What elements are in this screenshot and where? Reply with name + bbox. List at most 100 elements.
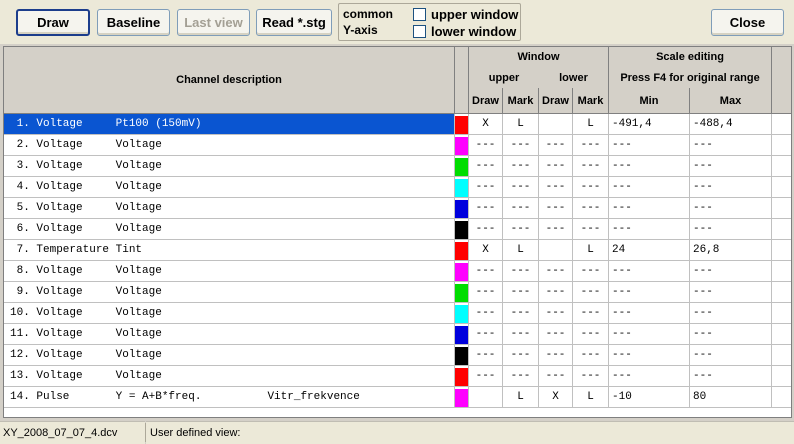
lower-mark-cell[interactable]: L: [573, 240, 609, 261]
color-cell[interactable]: [455, 324, 469, 345]
color-cell[interactable]: [455, 198, 469, 219]
upper-draw-cell[interactable]: X: [469, 240, 503, 261]
lower-mark-cell[interactable]: ---: [573, 303, 609, 324]
channel-description-cell[interactable]: 12. Voltage Voltage: [4, 345, 455, 366]
upper-draw-cell[interactable]: ---: [469, 198, 503, 219]
color-cell[interactable]: [455, 219, 469, 240]
color-cell[interactable]: [455, 303, 469, 324]
lower-mark-cell[interactable]: ---: [573, 366, 609, 387]
channel-description-cell[interactable]: 13. Voltage Voltage: [4, 366, 455, 387]
upper-mark-cell[interactable]: ---: [503, 177, 539, 198]
table-row[interactable]: 9. Voltage Voltage --- --- --- --- --- ---: [4, 282, 791, 303]
upper-draw-cell[interactable]: ---: [469, 303, 503, 324]
table-row[interactable]: 12. Voltage Voltage --- --- --- --- --- ---: [4, 345, 791, 366]
lower-draw-cell[interactable]: ---: [539, 177, 573, 198]
max-cell[interactable]: ---: [690, 345, 772, 366]
max-cell[interactable]: -488,4: [690, 114, 772, 135]
channel-description-cell[interactable]: 4. Voltage Voltage: [4, 177, 455, 198]
channel-description-cell[interactable]: 11. Voltage Voltage: [4, 324, 455, 345]
upper-draw-cell[interactable]: ---: [469, 345, 503, 366]
table-row[interactable]: 1. Voltage Pt100 (150mV) X L L -491,4 -488,4: [4, 114, 791, 135]
lower-draw-cell[interactable]: ---: [539, 156, 573, 177]
upper-draw-cell[interactable]: ---: [469, 282, 503, 303]
upper-draw-cell[interactable]: ---: [469, 156, 503, 177]
max-cell[interactable]: ---: [690, 303, 772, 324]
min-cell[interactable]: -491,4: [609, 114, 690, 135]
min-cell[interactable]: -10: [609, 387, 690, 408]
min-cell[interactable]: ---: [609, 156, 690, 177]
upper-mark-cell[interactable]: ---: [503, 324, 539, 345]
table-row[interactable]: 2. Voltage Voltage --- --- --- --- --- ---: [4, 135, 791, 156]
upper-mark-cell[interactable]: ---: [503, 261, 539, 282]
lower-mark-cell[interactable]: ---: [573, 135, 609, 156]
table-row[interactable]: 8. Voltage Voltage --- --- --- --- --- ---: [4, 261, 791, 282]
max-cell[interactable]: ---: [690, 219, 772, 240]
color-cell[interactable]: [455, 261, 469, 282]
lower-draw-cell[interactable]: ---: [539, 282, 573, 303]
lower-mark-cell[interactable]: ---: [573, 198, 609, 219]
upper-draw-cell[interactable]: ---: [469, 324, 503, 345]
lower-draw-cell[interactable]: X: [539, 387, 573, 408]
upper-draw-cell[interactable]: ---: [469, 177, 503, 198]
channel-description-cell[interactable]: 10. Voltage Voltage: [4, 303, 455, 324]
min-cell[interactable]: ---: [609, 198, 690, 219]
upper-mark-cell[interactable]: L: [503, 240, 539, 261]
upper-window-box[interactable]: [413, 8, 426, 21]
baseline-button[interactable]: Baseline: [97, 9, 170, 36]
upper-mark-cell[interactable]: L: [503, 114, 539, 135]
close-button[interactable]: Close: [711, 9, 784, 36]
min-cell[interactable]: 24: [609, 240, 690, 261]
channel-description-cell[interactable]: 7. Temperature Tint: [4, 240, 455, 261]
upper-mark-cell[interactable]: ---: [503, 282, 539, 303]
upper-mark-cell[interactable]: L: [503, 387, 539, 408]
min-cell[interactable]: ---: [609, 366, 690, 387]
lower-window-box[interactable]: [413, 25, 426, 38]
last-view-button[interactable]: Last view: [177, 9, 250, 36]
upper-mark-cell[interactable]: ---: [503, 198, 539, 219]
min-cell[interactable]: ---: [609, 135, 690, 156]
color-cell[interactable]: [455, 156, 469, 177]
lower-draw-cell[interactable]: [539, 240, 573, 261]
upper-draw-cell[interactable]: ---: [469, 135, 503, 156]
read-stg-button[interactable]: Read *.stg: [256, 9, 332, 36]
upper-mark-cell[interactable]: ---: [503, 303, 539, 324]
min-cell[interactable]: ---: [609, 324, 690, 345]
lower-mark-cell[interactable]: ---: [573, 345, 609, 366]
channel-description-cell[interactable]: 1. Voltage Pt100 (150mV): [4, 114, 455, 135]
table-row[interactable]: 4. Voltage Voltage --- --- --- --- --- ---: [4, 177, 791, 198]
max-cell[interactable]: ---: [690, 156, 772, 177]
upper-draw-cell[interactable]: [469, 387, 503, 408]
lower-draw-cell[interactable]: ---: [539, 303, 573, 324]
max-cell[interactable]: 26,8: [690, 240, 772, 261]
lower-draw-cell[interactable]: ---: [539, 135, 573, 156]
lower-draw-cell[interactable]: ---: [539, 366, 573, 387]
max-cell[interactable]: ---: [690, 261, 772, 282]
max-cell[interactable]: ---: [690, 366, 772, 387]
min-cell[interactable]: ---: [609, 219, 690, 240]
max-cell[interactable]: ---: [690, 324, 772, 345]
lower-mark-cell[interactable]: L: [573, 387, 609, 408]
draw-button[interactable]: Draw: [16, 9, 90, 36]
lower-draw-cell[interactable]: ---: [539, 324, 573, 345]
lower-mark-cell[interactable]: L: [573, 114, 609, 135]
lower-mark-cell[interactable]: ---: [573, 219, 609, 240]
min-cell[interactable]: ---: [609, 303, 690, 324]
table-row[interactable]: 11. Voltage Voltage --- --- --- --- --- ---: [4, 324, 791, 345]
channel-description-cell[interactable]: 9. Voltage Voltage: [4, 282, 455, 303]
max-cell[interactable]: ---: [690, 135, 772, 156]
upper-draw-cell[interactable]: ---: [469, 219, 503, 240]
color-cell[interactable]: [455, 345, 469, 366]
color-cell[interactable]: [455, 282, 469, 303]
upper-mark-cell[interactable]: ---: [503, 345, 539, 366]
table-row[interactable]: 5. Voltage Voltage --- --- --- --- --- ---: [4, 198, 791, 219]
color-cell[interactable]: [455, 114, 469, 135]
lower-draw-cell[interactable]: ---: [539, 261, 573, 282]
lower-mark-cell[interactable]: ---: [573, 156, 609, 177]
table-row[interactable]: 7. Temperature Tint X L L 24 26,8: [4, 240, 791, 261]
upper-draw-cell[interactable]: X: [469, 114, 503, 135]
upper-draw-cell[interactable]: ---: [469, 261, 503, 282]
max-cell[interactable]: 80: [690, 387, 772, 408]
table-row[interactable]: 3. Voltage Voltage --- --- --- --- --- ---: [4, 156, 791, 177]
channel-description-cell[interactable]: 14. Pulse Y = A+B*freq. Vitr_frekvence: [4, 387, 455, 408]
min-cell[interactable]: ---: [609, 345, 690, 366]
